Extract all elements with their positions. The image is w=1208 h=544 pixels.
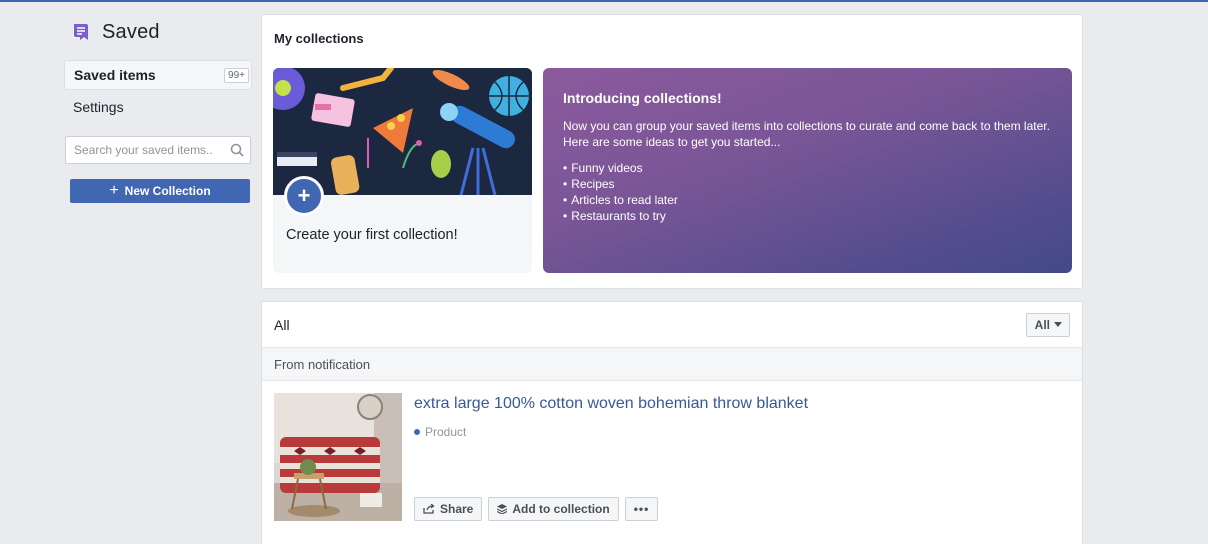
share-icon [423,504,435,514]
list-item: Funny videos [563,160,1052,176]
page-title: Saved [102,20,160,43]
sidebar-item-label: Settings [73,99,124,115]
new-collection-label: New Collection [124,184,211,198]
top-border [0,0,1208,2]
add-to-collection-label: Add to collection [512,502,610,516]
new-collection-button[interactable]: + New Collection [70,179,250,203]
sidebar: Saved Saved items 99+ Settings + New Col… [64,14,252,203]
share-button[interactable]: Share [414,497,483,521]
more-options-button[interactable]: ••• [624,497,659,521]
create-collection-label: Create your first collection! [286,227,458,243]
item-title-link[interactable]: extra large 100% cotton woven bohemian t… [414,395,808,413]
list-item: Articles to read later [563,192,1052,208]
all-header: All All [262,302,1082,347]
list-item: Recipes [563,176,1052,192]
collections-panel: My collections + Create your first colle… [261,14,1083,289]
type-dot-icon [414,429,420,435]
filter-dropdown[interactable]: All [1025,312,1070,337]
collection-illustration [273,68,532,196]
search-icon[interactable] [230,143,244,157]
share-label: Share [440,502,474,516]
intro-body: Now you can group your saved items into … [563,119,1050,149]
item-thumbnail[interactable] [274,393,402,521]
sidebar-header: Saved [64,14,252,50]
intro-title: Introducing collections! [563,90,722,106]
intro-collections-card: Introducing collections! Now you can gro… [543,68,1072,273]
all-items-panel: All All From notification extra large 10… [261,301,1083,544]
add-to-collection-button[interactable]: Add to collection [488,497,619,521]
collection-icon [497,504,508,514]
create-collection-card[interactable]: + Create your first collection! [273,68,532,273]
collections-header: My collections [274,31,364,46]
filter-value: All [1034,317,1050,332]
item-actions: Share Add to collection ••• [414,497,664,521]
plus-icon: + [109,182,119,199]
count-badge: 99+ [224,67,249,83]
sidebar-item-label: Saved items [74,67,156,83]
list-item: Restaurants to try [563,208,1052,224]
intro-ideas-list: Funny videos Recipes Articles to read la… [563,160,1052,224]
all-title: All [274,316,290,333]
section-label: From notification [262,347,1082,381]
saved-ribbon-icon [70,21,92,43]
search-input[interactable] [74,143,224,157]
saved-item: extra large 100% cotton woven bohemian t… [262,381,1082,541]
create-collection-plus-button[interactable]: + [284,176,324,216]
sidebar-item-saved-items[interactable]: Saved items 99+ [64,60,252,90]
caret-down-icon [1054,322,1062,327]
item-type: Product [414,425,466,439]
search-box [65,136,251,164]
item-type-label: Product [425,425,467,439]
sidebar-item-settings[interactable]: Settings [64,92,252,122]
